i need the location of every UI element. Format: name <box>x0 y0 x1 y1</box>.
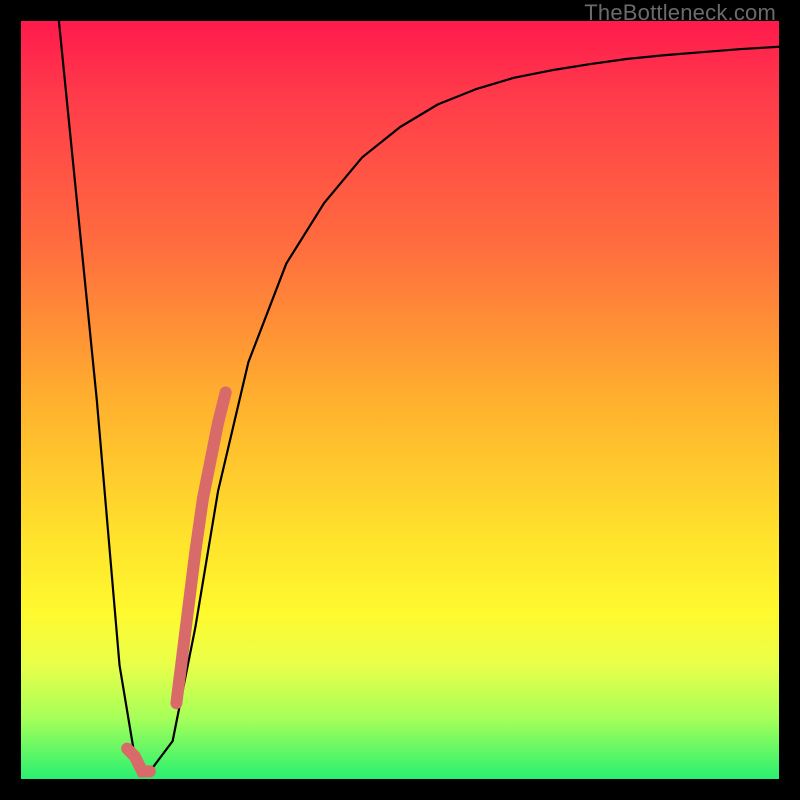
plot-area <box>21 21 779 779</box>
chart-frame: TheBottleneck.com <box>0 0 800 800</box>
bottleneck-curve <box>59 21 779 771</box>
minimum-marker <box>127 749 150 772</box>
chart-svg <box>21 21 779 779</box>
rising-steep-marker <box>176 392 225 703</box>
